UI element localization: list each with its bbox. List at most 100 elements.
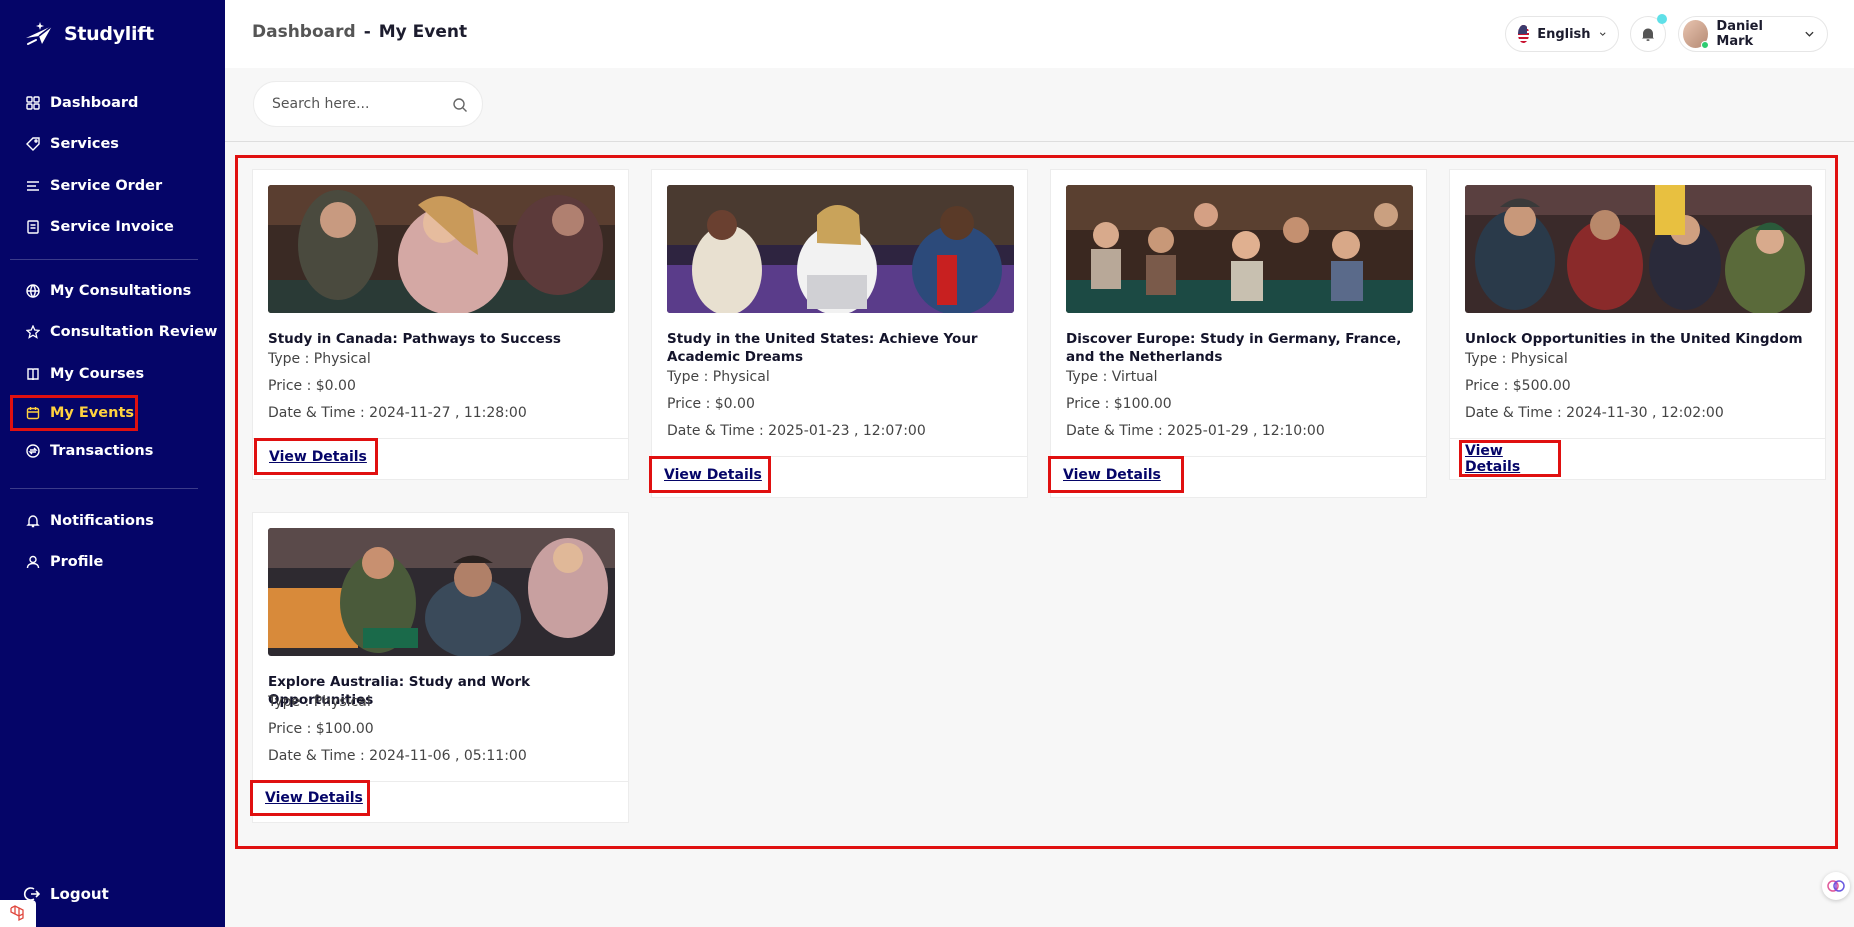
avatar	[1683, 20, 1710, 49]
book-icon	[26, 367, 40, 381]
sidebar-item-my-events[interactable]: My Events	[10, 394, 138, 431]
view-details-link[interactable]: View Details	[250, 780, 370, 816]
sidebar-item-notifications[interactable]: Notifications	[10, 500, 198, 542]
nav-group-main: Dashboard Services Service Order Service…	[10, 82, 198, 248]
search-input[interactable]	[272, 96, 442, 112]
event-card: Unlock Opportunities in the United Kingd…	[1449, 169, 1826, 480]
sidebar-item-my-consultations[interactable]: My Consultations	[10, 270, 198, 312]
invoice-icon	[26, 220, 40, 234]
event-card: Discover Europe: Study in Germany, Franc…	[1048, 169, 1427, 498]
brain-icon	[1827, 880, 1845, 892]
event-datetime: Date & Time : 2024-11-30 , 12:02:00	[1465, 405, 1724, 421]
sidebar-item-label: Consultation Review	[50, 324, 218, 341]
search-icon[interactable]	[452, 97, 468, 113]
event-price: Price : $500.00	[1465, 378, 1571, 394]
grid-icon	[26, 96, 40, 110]
bell-icon	[26, 514, 40, 528]
sidebar-item-label: Services	[50, 136, 119, 153]
sidebar-item-transactions[interactable]: Transactions	[10, 431, 198, 473]
page-title: My Event	[378, 22, 468, 42]
view-details-link[interactable]: View Details	[649, 456, 771, 493]
sidebar: Studylift Dashboard Services Service Ord…	[0, 0, 225, 927]
header-divider	[225, 141, 1854, 142]
event-image[interactable]	[1465, 185, 1812, 313]
sidebar-item-label: Service Invoice	[50, 219, 174, 236]
event-type: Type : Physical	[268, 694, 371, 710]
sidebar-item-label: Dashboard	[50, 94, 139, 111]
event-image[interactable]	[268, 185, 615, 313]
sidebar-item-my-courses[interactable]: My Courses	[10, 353, 198, 395]
sidebar-item-label: Profile	[50, 554, 104, 571]
language-select[interactable]: English	[1505, 16, 1619, 52]
view-details-link[interactable]: View Details	[1459, 440, 1561, 477]
event-card: Explore Australia: Study and Work Opport…	[250, 512, 629, 823]
nav-group-account: Notifications Profile	[10, 500, 198, 583]
event-title: Study in the United States: Achieve Your…	[667, 331, 978, 365]
event-title: Unlock Opportunities in the United Kingd…	[1465, 331, 1803, 347]
event-title: Study in Canada: Pathways to Success	[268, 331, 561, 347]
debug-badge[interactable]	[0, 900, 36, 927]
view-details-link[interactable]: View Details	[1048, 456, 1184, 493]
calendar-icon	[26, 406, 40, 420]
sidebar-item-label: Service Order	[50, 177, 163, 194]
event-price: Price : $0.00	[268, 378, 356, 394]
sidebar-item-label: My Courses	[50, 365, 145, 382]
sidebar-divider	[10, 488, 198, 489]
brand[interactable]: Studylift	[24, 18, 154, 50]
breadcrumb: Dashboard - My Event	[252, 22, 467, 42]
chevron-down-icon	[1805, 31, 1814, 37]
sidebar-item-label: My Events	[50, 404, 135, 421]
breadcrumb-separator: -	[363, 22, 371, 42]
view-details-link[interactable]: View Details	[254, 438, 378, 475]
brand-name: Studylift	[64, 23, 154, 45]
star-icon	[26, 325, 40, 340]
logout-label: Logout	[50, 885, 109, 903]
user-icon	[26, 555, 40, 569]
sidebar-item-services[interactable]: Services	[10, 124, 198, 166]
notification-dot	[1657, 14, 1667, 24]
sidebar-item-service-invoice[interactable]: Service Invoice	[10, 207, 198, 249]
laravel-icon	[10, 904, 24, 921]
bell-icon	[1642, 28, 1654, 41]
notifications-button[interactable]	[1630, 14, 1667, 52]
event-card: Study in Canada: Pathways to Success Typ…	[252, 169, 629, 480]
sidebar-item-label: Transactions	[50, 443, 154, 460]
breadcrumb-root[interactable]: Dashboard	[252, 22, 356, 42]
event-price: Price : $0.00	[667, 396, 755, 412]
event-card: Study in the United States: Achieve Your…	[649, 169, 1028, 498]
chevron-down-icon	[1599, 32, 1606, 36]
assistant-button[interactable]	[1822, 872, 1850, 900]
event-type: Type : Physical	[1465, 351, 1568, 367]
event-type: Type : Virtual	[1066, 369, 1158, 385]
user-name: Daniel Mark	[1716, 19, 1763, 49]
globe-icon	[26, 284, 40, 298]
us-flag-icon	[1518, 25, 1530, 43]
event-type: Type : Physical	[667, 369, 770, 385]
list-icon	[26, 179, 40, 193]
event-datetime: Date & Time : 2025-01-23 , 12:07:00	[667, 423, 926, 439]
user-menu[interactable]: Daniel Mark	[1678, 16, 1828, 52]
sidebar-item-consultation-review[interactable]: Consultation Review	[10, 312, 217, 354]
event-image[interactable]	[1066, 185, 1413, 313]
sidebar-item-profile[interactable]: Profile	[10, 542, 198, 584]
language-label: English	[1537, 26, 1591, 42]
sidebar-item-dashboard[interactable]: Dashboard	[10, 82, 198, 124]
online-status-dot	[1701, 41, 1710, 49]
transactions-icon	[26, 444, 40, 458]
sidebar-item-service-order[interactable]: Service Order	[10, 165, 198, 207]
plane-logo-icon	[26, 22, 53, 45]
nav-group-learning: My Consultations Consultation Review My …	[10, 270, 217, 473]
sidebar-item-label: My Consultations	[50, 282, 192, 299]
sidebar-divider	[10, 259, 198, 260]
event-image[interactable]	[667, 185, 1014, 313]
search-box	[253, 81, 483, 127]
logout-button[interactable]: Logout	[22, 885, 109, 903]
card-divider	[1450, 438, 1825, 439]
event-title: Discover Europe: Study in Germany, Franc…	[1066, 331, 1402, 365]
top-bar: Dashboard - My Event English Daniel Mark	[225, 0, 1854, 68]
event-price: Price : $100.00	[268, 721, 374, 737]
event-price: Price : $100.00	[1066, 396, 1172, 412]
event-image[interactable]	[268, 528, 615, 656]
event-type: Type : Physical	[268, 351, 371, 367]
event-datetime: Date & Time : 2024-11-06 , 05:11:00	[268, 748, 527, 764]
